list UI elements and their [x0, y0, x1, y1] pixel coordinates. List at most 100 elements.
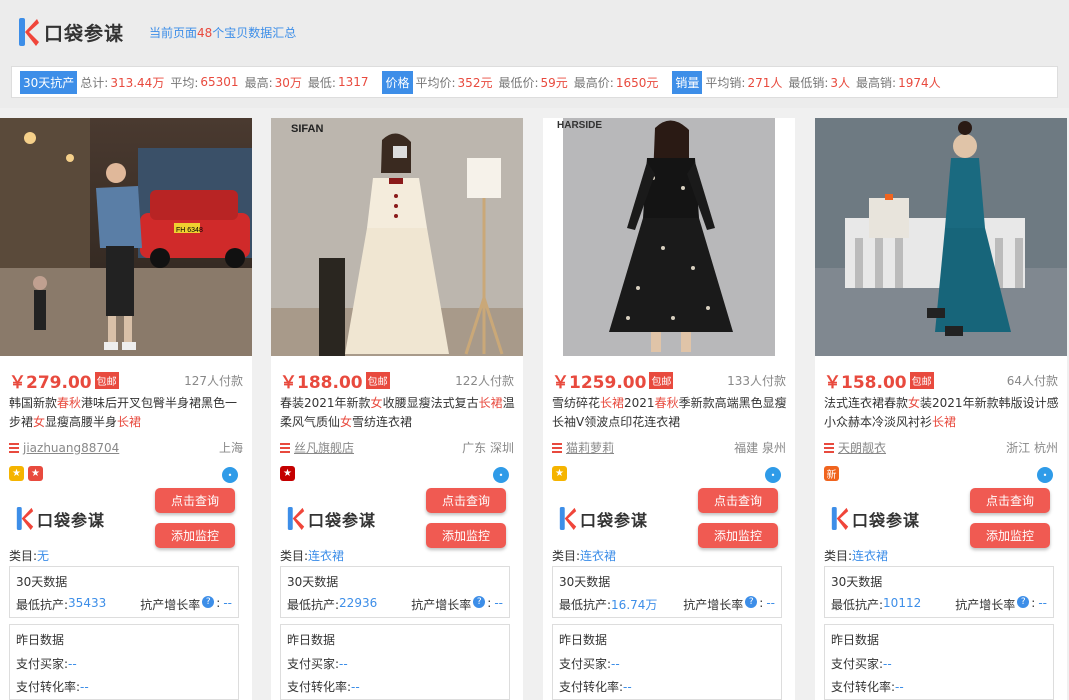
product-card-2: SIFAN ￥188.00 包邮 122人付款 春装2021年新款女收腰显瘦法式…: [271, 118, 523, 700]
yesterday-title: 昨日数据: [287, 633, 336, 647]
category-row: 类目:连衣裙: [552, 547, 616, 564]
product-image[interactable]: FH 6348: [0, 118, 252, 356]
product-image[interactable]: [815, 118, 1067, 356]
product-image[interactable]: SIFAN: [271, 118, 523, 356]
shop-list-icon: [824, 442, 834, 453]
product-title[interactable]: 法式连衣裙春款女装2021年新款韩版设计感小众赫本冷淡风衬衫长裙: [824, 394, 1060, 432]
growth-label: 抗产增长率: [411, 598, 472, 612]
add-monitor-button[interactable]: 添加监控: [155, 523, 235, 548]
product-card-3: HARSIDE ￥1259.00 包邮 133人付款 雪纺碎花长裙2021春秋季…: [543, 118, 795, 700]
logo-k-icon: [16, 507, 34, 530]
logo-k-icon: [18, 17, 40, 47]
add-monitor-button[interactable]: 添加监控: [698, 523, 778, 548]
conversion-label: 支付转化率:: [559, 680, 624, 694]
thirty-day-title: 30天数据: [559, 575, 611, 589]
min-sales-value: 3人: [830, 75, 851, 90]
min-price-label: 最低价:: [498, 75, 539, 90]
free-shipping-badge: 包邮: [649, 372, 674, 389]
shop-name-link[interactable]: 猫莉萝莉: [566, 439, 614, 456]
query-button[interactable]: 点击查询: [970, 488, 1050, 513]
yesterday-data-box: 昨日数据 支付买家:-- 支付转化率:--: [824, 624, 1054, 700]
paid-count: 127人付款: [184, 374, 243, 388]
buyers-row: 支付买家:--: [559, 655, 620, 672]
category-row: 类目:连衣裙: [280, 547, 344, 564]
thirty-day-data-box: 30天数据 最低抗产: 35433 抗产增长率?: --: [9, 566, 239, 618]
card-logo-text: 口袋参谋: [308, 510, 377, 530]
price: ￥188.00: [280, 373, 363, 393]
category-value[interactable]: 连衣裙: [852, 549, 888, 563]
conversion-row: 支付转化率:--: [287, 678, 360, 695]
help-icon[interactable]: ?: [202, 596, 215, 608]
location: 广东 深圳: [462, 441, 514, 455]
shop-name-link[interactable]: 天朗靓衣: [838, 439, 886, 456]
growth-label: 抗产增长率: [683, 598, 744, 612]
shop-name-link[interactable]: jiazhuang88704: [23, 441, 119, 455]
growth-value: --: [1038, 596, 1047, 610]
query-button[interactable]: 点击查询: [426, 488, 506, 513]
query-button[interactable]: 点击查询: [155, 488, 235, 513]
buyers-row: 支付买家:--: [287, 655, 348, 672]
product-title[interactable]: 韩国新款春秋港味后开叉包臀半身裙黑色一步裙女显瘦高腰半身长裙: [9, 394, 245, 432]
thirty-day-data-box: 30天数据 最低抗产: 16.74万 抗产增长率?: --: [552, 566, 782, 618]
taxi-plate: FH 6348: [176, 227, 203, 234]
add-monitor-button[interactable]: 添加监控: [426, 523, 506, 548]
add-monitor-button[interactable]: 添加监控: [970, 523, 1050, 548]
buyers-row: 支付买家:--: [831, 655, 892, 672]
help-icon[interactable]: ?: [1017, 596, 1030, 608]
min-output-label: 最低抗产:: [559, 598, 612, 612]
product-image[interactable]: HARSIDE: [543, 118, 795, 356]
category-label: 类目:: [824, 549, 853, 563]
sales-30d-tag: 30天抗产: [20, 70, 78, 94]
thirty-day-row: 最低抗产: 10112 抗产增长率?: --: [831, 596, 1047, 613]
category-label: 类目:: [552, 549, 581, 563]
avg-value: 65301: [200, 75, 239, 89]
card-app-logo: 口袋参谋: [831, 506, 920, 531]
seller-badges: ★ ★: [9, 466, 43, 481]
price-row: ￥158.00 包邮 64人付款: [824, 368, 1058, 393]
card-logo-text: 口袋参谋: [580, 510, 649, 530]
shop-row: 猫莉萝莉 福建 泉州: [552, 439, 786, 456]
help-icon[interactable]: ?: [745, 596, 758, 608]
conversion-value: --: [80, 680, 89, 694]
crown-icon: ★: [9, 466, 24, 481]
category-value[interactable]: 连衣裙: [580, 549, 616, 563]
card-app-logo: 口袋参谋: [559, 506, 648, 531]
price-tag: 价格: [382, 70, 413, 94]
total-label: 总计:: [80, 75, 109, 90]
wangwang-chat-icon[interactable]: •: [222, 467, 238, 483]
growth-colon: :: [759, 596, 764, 610]
avg-sales-value: 271人: [747, 75, 783, 90]
growth-value: --: [223, 596, 232, 610]
growth-colon: :: [487, 596, 492, 610]
category-value[interactable]: 连衣裙: [308, 549, 344, 563]
product-title[interactable]: 春装2021年新款女收腰显瘦法式复古长裙温柔风气质仙女雪纺连衣裙: [280, 394, 516, 432]
conversion-value: --: [623, 680, 632, 694]
min-label: 最低:: [307, 75, 336, 90]
product-card-4: ￥158.00 包邮 64人付款 法式连衣裙春款女装2021年新款韩版设计感小众…: [815, 118, 1067, 700]
query-button[interactable]: 点击查询: [698, 488, 778, 513]
page-summary: 当前页面48个宝贝数据汇总: [149, 24, 296, 41]
help-icon[interactable]: ?: [473, 596, 486, 608]
max-label: 最高:: [244, 75, 273, 90]
wangwang-chat-icon[interactable]: •: [765, 467, 781, 483]
buyers-value: --: [68, 657, 77, 671]
growth-label: 抗产增长率: [140, 598, 201, 612]
card-app-logo: 口袋参谋: [287, 506, 376, 531]
conversion-label: 支付转化率:: [16, 680, 81, 694]
shop-name-link[interactable]: 丝凡旗舰店: [294, 439, 354, 456]
conversion-row: 支付转化率:--: [559, 678, 632, 695]
conversion-value: --: [895, 680, 904, 694]
new-icon: 新: [824, 466, 839, 481]
conversion-row: 支付转化率:--: [831, 678, 904, 695]
min-sales-label: 最低销:: [788, 75, 829, 90]
shop-row: 丝凡旗舰店 广东 深圳: [280, 439, 514, 456]
growth-value: --: [494, 596, 503, 610]
thirty-day-data-box: 30天数据 最低抗产: 22936 抗产增长率?: --: [280, 566, 510, 618]
wangwang-chat-icon[interactable]: •: [493, 467, 509, 483]
app-logo[interactable]: 口袋参谋: [18, 17, 124, 47]
category-value[interactable]: 无: [37, 549, 49, 563]
product-title[interactable]: 雪纺碎花长裙2021春秋季新款高端黑色显瘦长袖V领波点印花连衣裙: [552, 394, 788, 432]
free-shipping-badge: 包邮: [94, 372, 119, 389]
wangwang-chat-icon[interactable]: •: [1037, 467, 1053, 483]
stats-bar: 30天抗产 总计: 313.44万 平均: 65301 最高: 30万 最低: 1317…: [11, 66, 1058, 98]
